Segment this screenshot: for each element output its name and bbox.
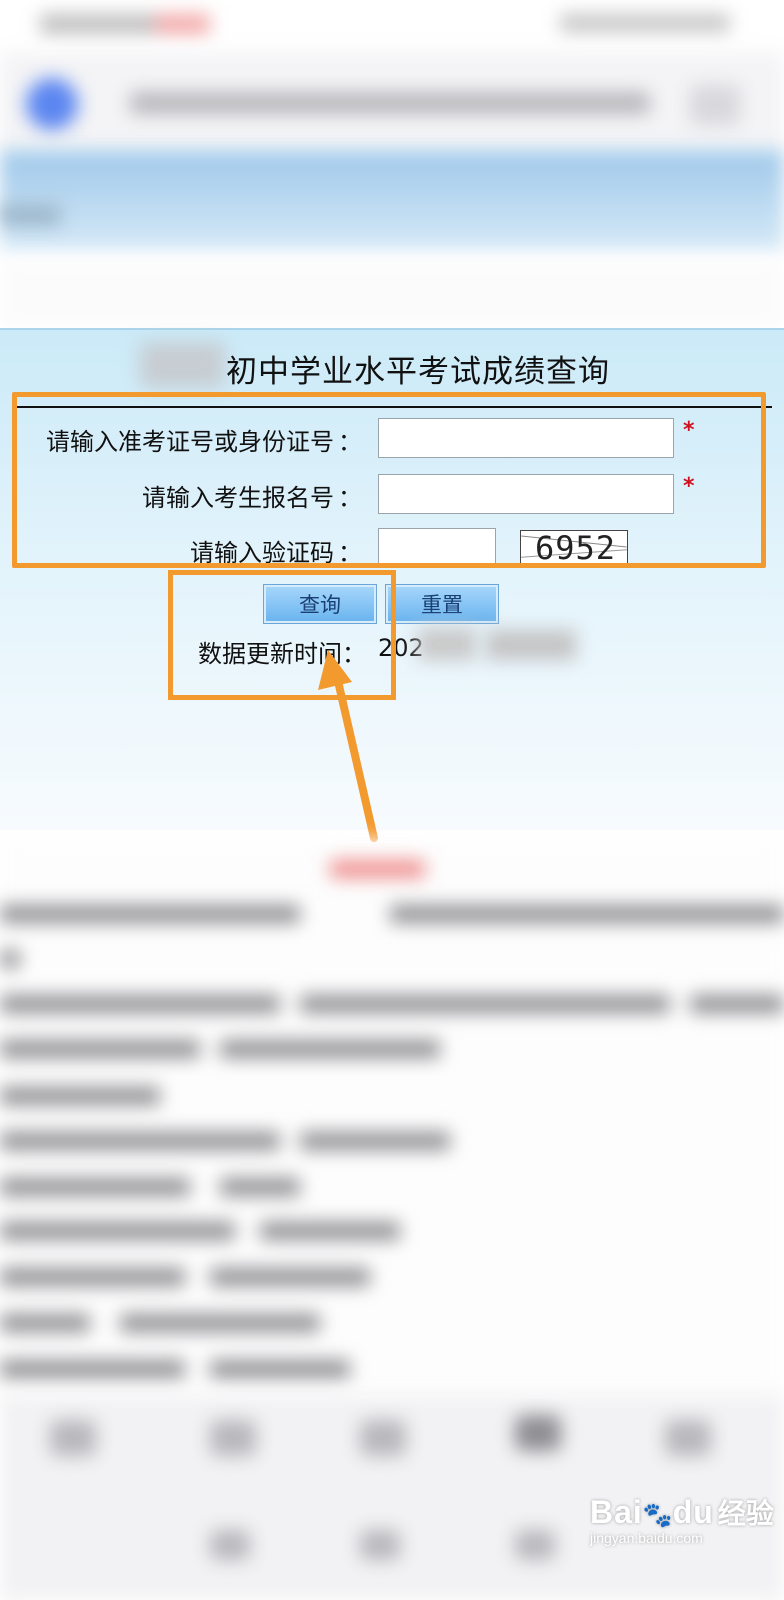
article-body [0,840,784,1400]
annotation-box-query [168,570,396,700]
title-year-redacted [140,342,225,388]
status-bar-left [40,14,160,34]
site-nav[interactable] [0,205,60,225]
update-time-redacted [418,628,476,660]
browser-address-bar[interactable] [0,52,784,152]
reset-button[interactable]: 重置 [385,584,499,624]
site-strip [0,262,784,328]
update-time-redacted [486,630,576,660]
watermark-domain: jingyan.baidu.com [590,1530,703,1546]
status-bar-badge [155,14,210,34]
status-bar [0,0,784,50]
paw-icon: 🐾 [642,1502,673,1529]
status-bar-right [560,14,730,32]
watermark-brand: Bai [590,1494,643,1530]
watermark-brand-cn: 经验 [717,1498,774,1529]
watermark-brand-suffix: du [672,1494,714,1530]
baidu-jingyan-watermark: Bai🐾du 经验 jingyan.baidu.com [590,1492,774,1546]
annotation-box-form [12,392,766,568]
page-title: 初中学业水平考试成绩查询 [226,354,610,390]
site-banner [0,150,784,250]
